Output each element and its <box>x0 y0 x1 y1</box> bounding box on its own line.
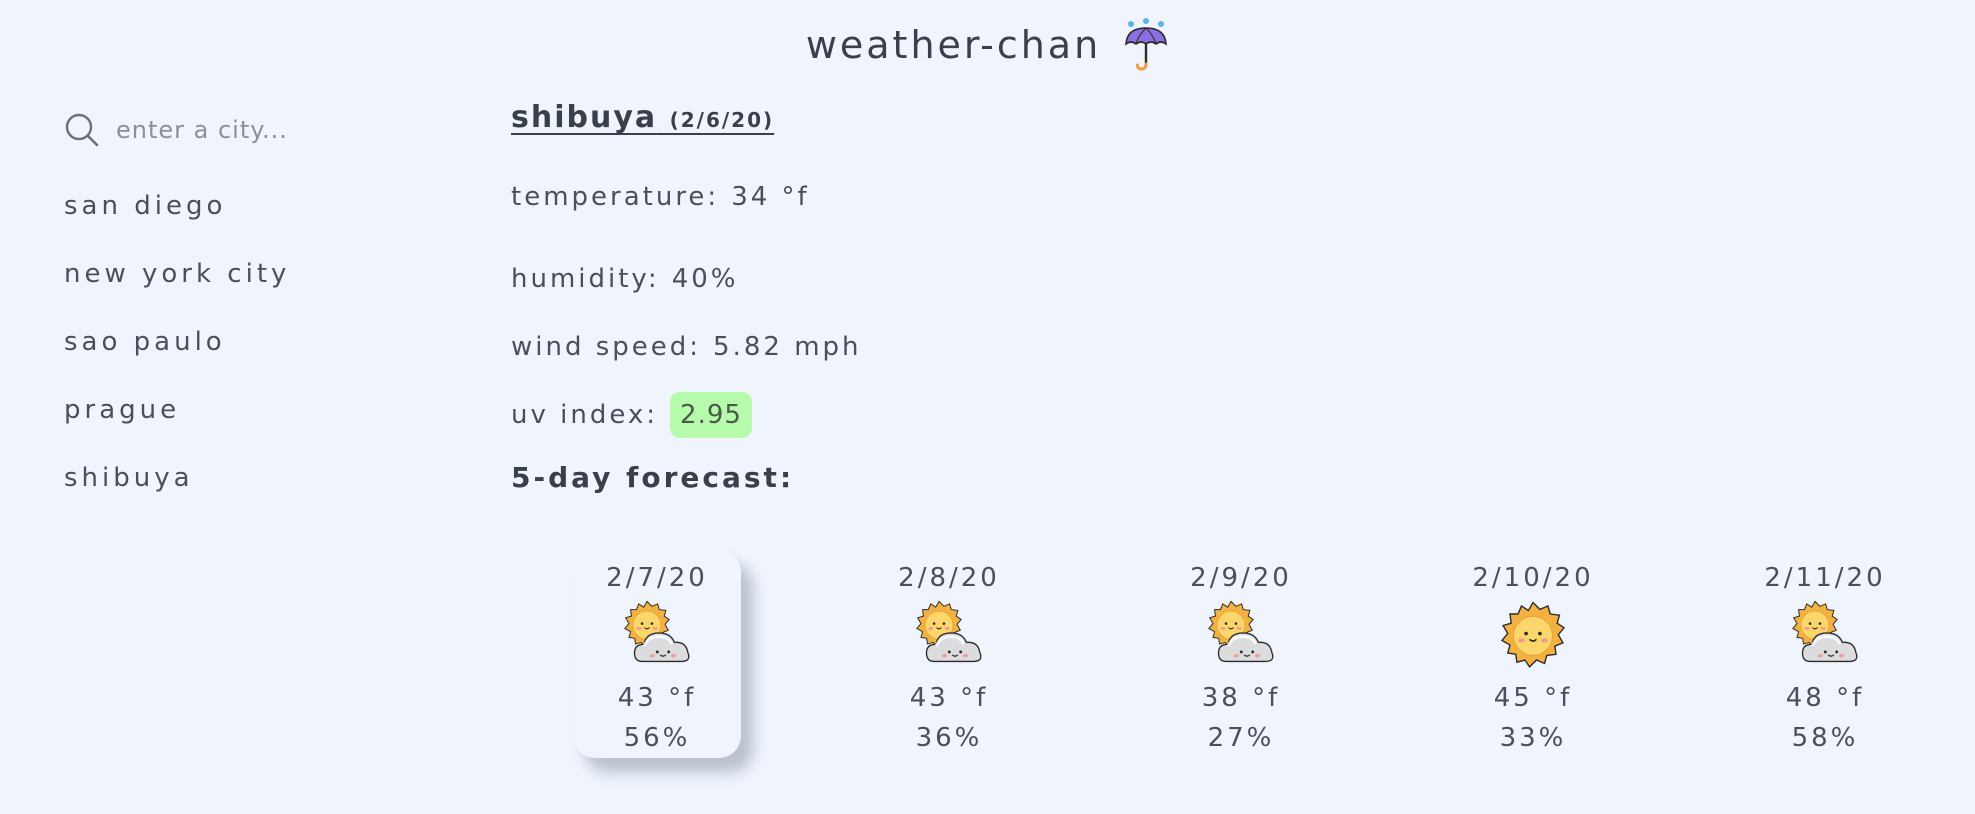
forecast-day-card[interactable]: 2/11/20 48 °f 58% <box>1741 550 1909 758</box>
forecast-day-card[interactable]: 2/9/20 38 °f 27% <box>1157 550 1325 758</box>
partly-cloudy-icon <box>916 600 983 663</box>
wind-speed-value: 5.82 mph <box>713 332 862 362</box>
sun-icon <box>1501 601 1565 668</box>
forecast-day-card[interactable]: 2/7/20 43 °f 56% <box>573 550 741 758</box>
city-item-new-york-city[interactable]: new york city <box>64 254 424 322</box>
forecast-date: 2/9/20 <box>1190 563 1292 593</box>
temperature-value: 34 °f <box>731 182 810 212</box>
uv-index-label: uv index: <box>511 400 659 430</box>
forecast-humidity: 36% <box>915 723 983 753</box>
weather-panel: shibuya (2/6/20) temperature: 34 °f humi… <box>511 100 1951 494</box>
current-date: (2/6/20) <box>669 108 775 132</box>
partly-cloudy-icon <box>1208 600 1275 663</box>
forecast-date: 2/8/20 <box>898 563 1000 593</box>
city-item-shibuya[interactable]: shibuya <box>64 458 424 526</box>
forecast-date: 2/11/20 <box>1764 563 1886 593</box>
city-item-san-diego[interactable]: san diego <box>64 186 424 254</box>
forecast-row: 2/7/20 43 °f 56% 2/8/20 43 °f 36% 2/9/20… <box>573 550 1909 758</box>
wind-speed-label: wind speed: <box>511 332 702 362</box>
partly-cloudy-icon <box>624 600 691 663</box>
forecast-day-card[interactable]: 2/8/20 43 °f 36% <box>865 550 1033 758</box>
uv-index-badge: 2.95 <box>670 392 752 438</box>
forecast-humidity: 56% <box>623 723 691 753</box>
temperature-label: temperature: <box>511 182 720 212</box>
current-city-name: shibuya <box>511 100 658 135</box>
search-icon[interactable] <box>64 112 100 148</box>
app-page: weather-chan san diego new york city sao… <box>0 0 1975 814</box>
forecast-temp: 38 °f <box>1201 683 1281 713</box>
forecast-day-card[interactable]: 2/10/20 45 °f 33% <box>1449 550 1617 758</box>
search-bar <box>64 108 424 152</box>
forecast-humidity: 58% <box>1791 723 1859 753</box>
sidebar: san diego new york city sao paulo prague… <box>64 108 424 526</box>
temperature-row: temperature: 34 °f <box>511 177 1951 217</box>
humidity-label: humidity: <box>511 264 660 294</box>
humidity-value: 40% <box>671 264 739 294</box>
city-item-sao-paulo[interactable]: sao paulo <box>64 322 424 390</box>
city-search-input[interactable] <box>116 110 396 150</box>
forecast-temp: 43 °f <box>617 683 697 713</box>
uv-index-row: uv index: 2.95 <box>511 381 1951 449</box>
forecast-date: 2/10/20 <box>1472 563 1594 593</box>
forecast-title: 5-day forecast: <box>511 461 795 494</box>
city-item-prague[interactable]: prague <box>64 390 424 458</box>
partly-cloudy-icon <box>1792 600 1859 663</box>
humidity-row: humidity: 40% <box>511 245 1951 313</box>
forecast-humidity: 27% <box>1207 723 1275 753</box>
saved-cities-list: san diego new york city sao paulo prague… <box>64 186 424 526</box>
forecast-temp: 45 °f <box>1493 683 1573 713</box>
current-city-heading: shibuya (2/6/20) <box>511 100 774 135</box>
forecast-temp: 48 °f <box>1785 683 1865 713</box>
app-title: weather-chan <box>805 23 1102 67</box>
forecast-temp: 43 °f <box>909 683 989 713</box>
umbrella-icon <box>1125 18 1168 71</box>
app-header: weather-chan <box>0 18 1975 72</box>
forecast-humidity: 33% <box>1499 723 1567 753</box>
forecast-date: 2/7/20 <box>606 563 708 593</box>
wind-speed-row: wind speed: 5.82 mph <box>511 313 1951 381</box>
current-conditions: temperature: 34 °f humidity: 40% wind sp… <box>511 177 1951 449</box>
